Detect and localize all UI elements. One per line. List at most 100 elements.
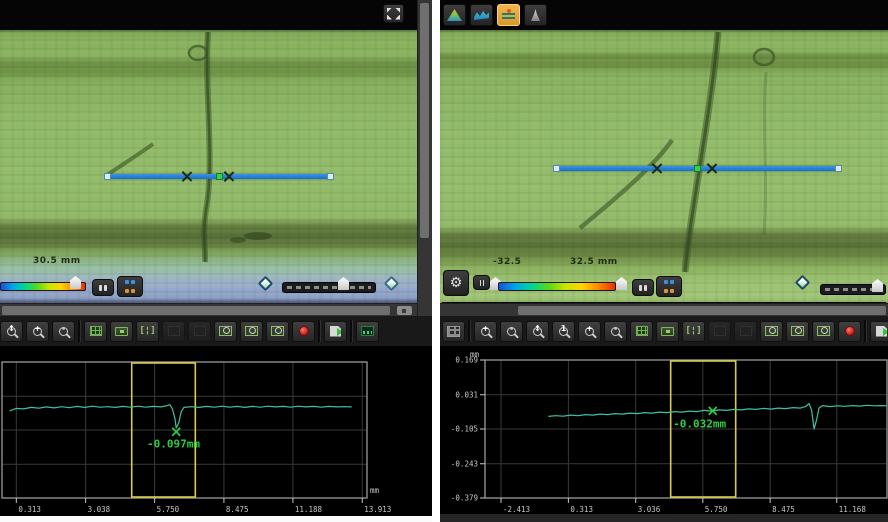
histogram-button[interactable] [632,279,654,296]
horizontal-scrollbar[interactable] [440,303,888,316]
area-zoom-x-button[interactable] [240,321,263,342]
color-scale-bar[interactable] [498,282,616,291]
expand-view-icon [387,8,400,20]
bottom-strip [0,516,432,522]
scrollbar-button[interactable] [397,306,412,315]
zoom-region-out-button[interactable]: - [604,321,627,342]
area-zoom-y-button[interactable] [266,321,289,342]
horizontal-scrollbar-thumb[interactable] [2,306,390,315]
export-button[interactable] [324,321,347,342]
scale-options-button[interactable] [473,275,490,290]
zoom-region-in-button[interactable]: + [578,321,601,342]
right-toolbar: +-↕1+- [440,316,888,346]
link-view-icon [740,326,752,336]
snapshot-icon [115,327,128,336]
right-viewer-panel: ⚙ -32.5 32.5 mm +-↕1+- -0.032mm-2.4130.3… [440,0,888,522]
horizontal-scrollbar-thumb[interactable] [518,306,886,315]
view-height-map-button[interactable] [497,4,520,26]
area-zoom-y-icon [817,326,830,336]
record-icon [299,326,309,336]
measure-endpoint-right[interactable] [835,165,842,172]
compare-icon [168,326,180,336]
export-button[interactable] [870,321,888,342]
area-zoom-x-button[interactable] [786,321,809,342]
grid-display-icon [90,326,102,336]
left-scan-image: 30.5 mm [0,30,417,303]
zoom-region-out-icon: - [59,327,68,336]
measure-x-marker[interactable] [181,171,192,182]
compare-button [162,321,185,342]
measure-x-marker[interactable] [706,163,717,174]
expand-view-button[interactable] [383,4,404,23]
measure-endpoint-right[interactable] [327,173,334,180]
left-toolbar: ↕+ - [0,316,432,346]
snapshot-button[interactable] [656,321,679,342]
profile-tool-icon [361,326,374,336]
zoom-out-icon: - [507,327,516,336]
histogram-button[interactable] [92,279,114,296]
vertical-scrollbar-thumb[interactable] [420,3,429,238]
left-image-viewport: 30.5 mm [0,0,432,316]
zoom-out-button[interactable]: - [500,321,523,342]
layout-tiles-icon [447,326,460,337]
toolbar-separator [318,320,321,342]
view-profile-button[interactable] [470,4,493,26]
grid-display-button[interactable] [84,321,107,342]
view-3d-icon [447,9,462,21]
horizontal-scrollbar[interactable] [0,303,417,316]
area-zoom-button[interactable] [760,321,783,342]
zoom-region-in-button[interactable]: + [26,321,49,342]
color-mode-button[interactable] [117,276,143,297]
height-scale-min-label: -32.5 [493,257,521,267]
panel-divider [432,0,440,522]
fit-view-button[interactable] [136,321,159,342]
view-texture-button[interactable] [524,4,547,26]
snapshot-button[interactable] [110,321,133,342]
view-profile-icon [474,10,489,21]
measure-x-marker[interactable] [223,171,234,182]
right-scan-image: ⚙ -32.5 32.5 mm [440,30,888,302]
zoom-fit-button[interactable]: ↕ [0,321,23,342]
settings-button[interactable]: ⚙ [443,270,469,296]
x-tick-label: 5.750 [157,505,180,514]
zoom-fit-button[interactable]: ↕ [526,321,549,342]
measure-line[interactable] [106,174,332,179]
zoom-region-out-button[interactable]: - [52,321,75,342]
vertical-scrollbar[interactable] [417,0,432,316]
area-zoom-button[interactable] [214,321,237,342]
x-tick-label: 8.475 [226,505,249,514]
fit-view-button[interactable] [682,321,705,342]
height-profile-line [10,405,352,428]
record-button[interactable] [292,321,315,342]
measure-line[interactable] [555,166,840,171]
zoom-actual-button[interactable]: 1 [552,321,575,342]
measure-endpoint-left[interactable] [104,173,111,180]
profile-tool-button[interactable] [356,321,379,342]
link-view-icon [194,326,206,336]
grid-display-button[interactable] [630,321,653,342]
color-mode-button[interactable] [656,276,682,297]
measure-center-handle[interactable] [694,165,701,172]
zoom-actual-icon: 1 [559,327,568,336]
bottom-strip [440,514,888,522]
left-viewer-panel: 30.5 mm ↕+- -0.097mm0.3133.0385.7508.475… [0,0,432,522]
right-image-viewport: ⚙ -32.5 32.5 mm [440,0,888,316]
x-tick-label: 8.475 [772,505,795,514]
link-view-button [188,321,211,342]
view-mode-toolbar [440,0,888,30]
profile-chart-right: -0.032mm-2.4130.3133.0365.7508.47511.168… [440,350,888,522]
layout-tiles-button[interactable] [442,321,465,342]
view-3d-button[interactable] [443,4,466,26]
measure-endpoint-left[interactable] [553,165,560,172]
record-button[interactable] [838,321,861,342]
zoom-in-button[interactable]: + [474,321,497,342]
x-tick-label: -2.413 [503,505,530,514]
area-zoom-x-icon [245,326,258,336]
measure-center-handle[interactable] [216,173,223,180]
position-slider[interactable] [282,282,376,293]
grid-display-icon [636,326,648,336]
area-zoom-y-button[interactable] [812,321,835,342]
toolbar-separator [350,320,353,342]
view-height-map-icon [502,9,515,21]
measure-x-marker[interactable] [651,163,662,174]
